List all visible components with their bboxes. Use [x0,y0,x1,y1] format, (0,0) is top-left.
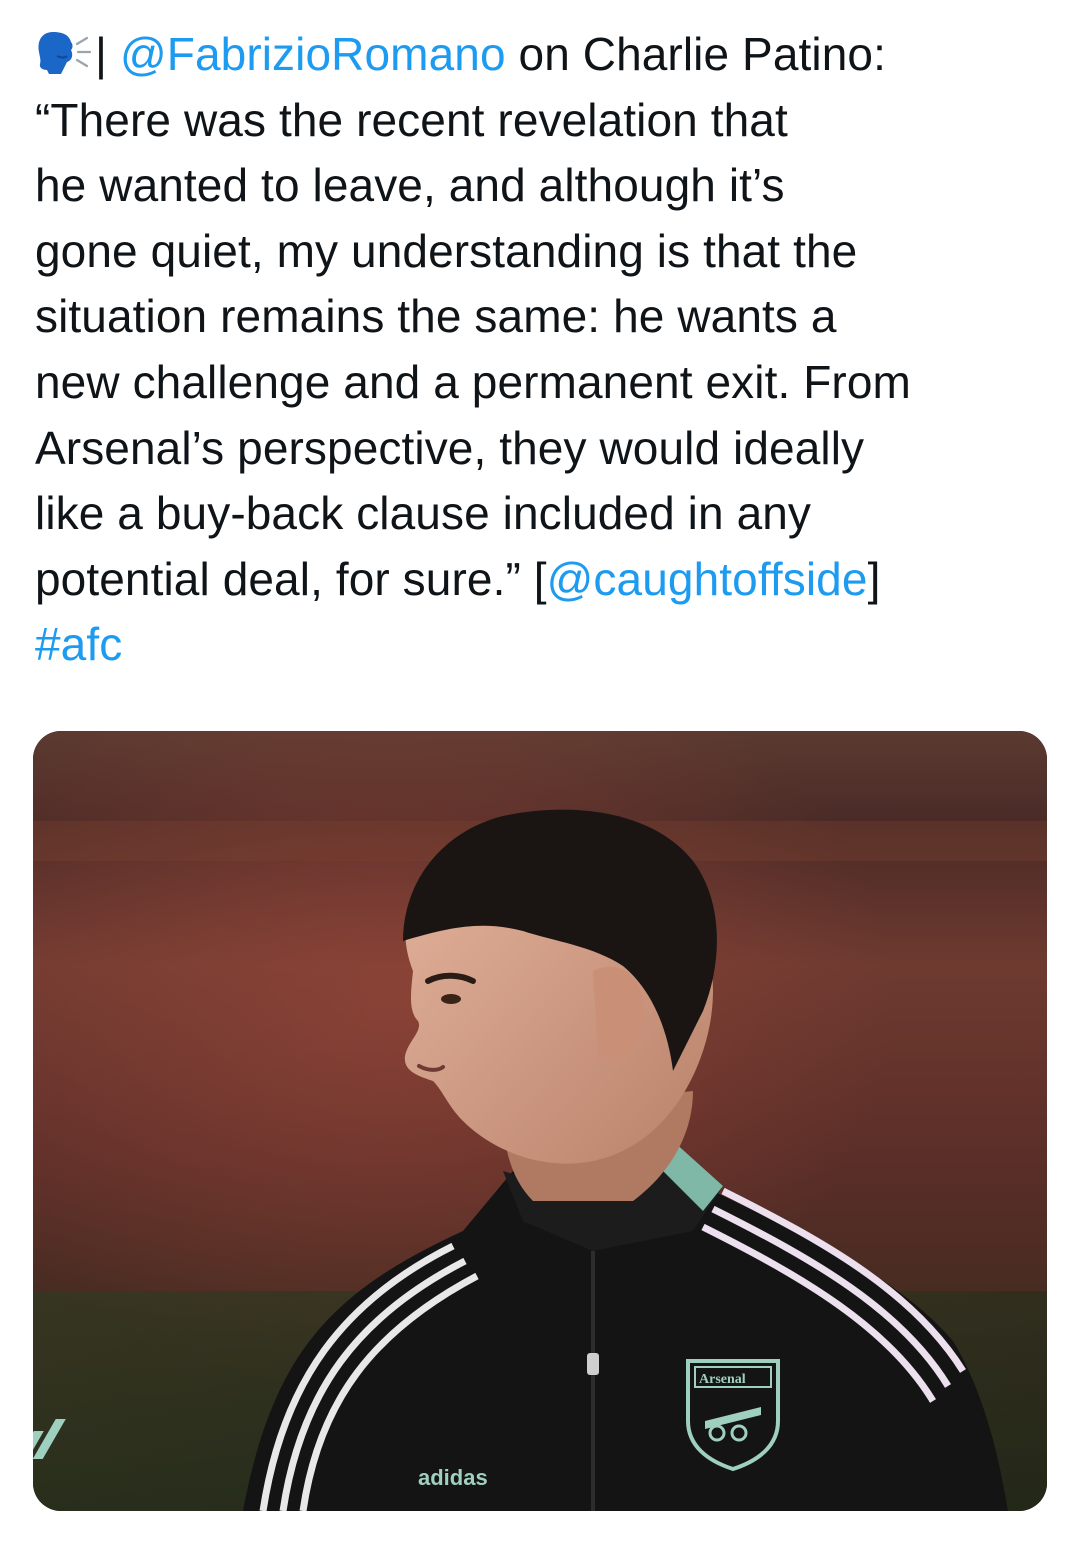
quote-line: gone quiet, my understanding is that the [35,224,858,277]
quote-line: “There was the recent revelation that [35,93,788,146]
speaking-head-icon [35,28,95,74]
lead-text: on Charlie Patino: [505,28,886,80]
tweet-text: | @FabrizioRomano on Charlie Patino: “Th… [35,22,1045,678]
hashtag-line: #afc [35,612,1045,678]
quote-line: Arsenal’s perspective, they would ideall… [35,421,865,474]
tweet-media-photo[interactable]: adidas Arsenal [33,731,1047,1511]
quote-last-line: potential deal, for sure.” [@caughtoffsi… [35,547,1045,613]
quote-line: like a buy-back clause included in any [35,487,812,540]
quote-line: new challenge and a permanent exit. From [35,355,911,408]
source-mention-link[interactable]: @caughtoffside [547,553,868,605]
quote-line: he wanted to leave, and although it’s [35,159,785,212]
tweet-first-line: | @FabrizioRomano on Charlie Patino: [35,22,1045,88]
author-mention-link[interactable]: @FabrizioRomano [120,28,506,80]
hashtag-link[interactable]: #afc [35,618,122,670]
quote-end-text: potential deal, for sure.” [ [35,552,547,605]
brand-text: adidas [418,1465,488,1490]
quote-line: situation remains the same: he wants a [35,290,837,343]
crest-text: Arsenal [699,1372,746,1387]
separator: | [95,28,108,80]
bracket-close: ] [867,552,881,605]
